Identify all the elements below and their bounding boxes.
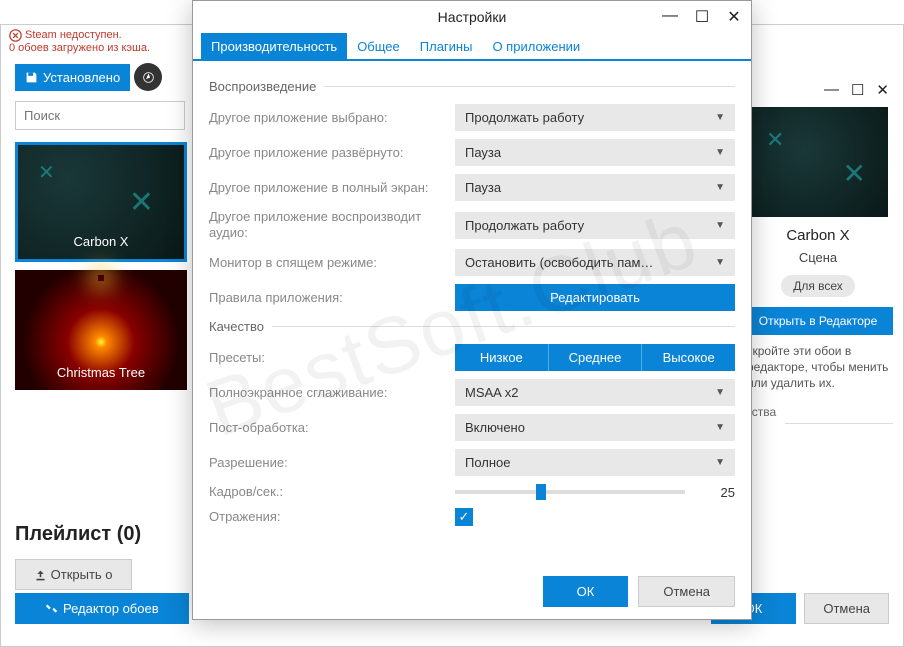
rating-badge: Для всех <box>781 275 855 297</box>
chevron-down-icon: ▼ <box>715 257 725 268</box>
slider-thumb[interactable] <box>536 484 546 500</box>
upload-icon <box>34 569 47 582</box>
section-quality: Качество <box>209 319 735 334</box>
settings-tabs: Производительность Общее Плагины О прило… <box>193 33 751 61</box>
preset-low[interactable]: Низкое <box>455 344 549 371</box>
compass-icon <box>142 71 155 84</box>
search-input[interactable] <box>15 101 185 130</box>
properties-heading: йства <box>743 405 893 424</box>
maximize-icon[interactable]: ☐ <box>693 7 711 27</box>
dropdown-app-focused[interactable]: Продолжать работу▼ <box>455 104 735 131</box>
dropdown-postprocessing[interactable]: Включено▼ <box>455 414 735 441</box>
dropdown-app-audio[interactable]: Продолжать работу▼ <box>455 212 735 239</box>
settings-dialog: Настройки — ☐ ✕ Производительность Общее… <box>192 0 752 620</box>
section-playback: Воспроизведение <box>209 79 735 94</box>
panel-close-icon[interactable]: ✕ <box>876 81 889 99</box>
label-antialiasing: Полноэкранное сглаживание: <box>209 385 445 401</box>
chevron-down-icon: ▼ <box>715 112 725 123</box>
wallpaper-thumb[interactable]: Christmas Tree <box>15 270 187 390</box>
discover-button[interactable] <box>134 63 162 91</box>
open-playlist-button[interactable]: Открыть о <box>15 559 132 590</box>
chevron-down-icon: ▼ <box>715 422 725 433</box>
label-app-focused: Другое приложение выбрано: <box>209 110 445 126</box>
dropdown-app-maximized[interactable]: Пауза▼ <box>455 139 735 166</box>
label-app-audio: Другое приложение воспроизводит аудио: <box>209 209 445 241</box>
installed-tab[interactable]: Установлено <box>15 64 130 91</box>
tab-performance[interactable]: Производительность <box>201 33 347 59</box>
label-resolution: Разрешение: <box>209 455 445 471</box>
dropdown-resolution[interactable]: Полное▼ <box>455 449 735 476</box>
editor-description: ткройте эти обои в редакторе, чтобы мени… <box>743 343 893 391</box>
chevron-down-icon: ▼ <box>715 182 725 193</box>
tab-about[interactable]: О приложении <box>482 33 590 59</box>
label-reflections: Отражения: <box>209 509 445 525</box>
reflections-checkbox[interactable]: ✓ <box>455 508 473 526</box>
dialog-title: Настройки <box>438 9 507 25</box>
dropdown-antialiasing[interactable]: MSAA x2▼ <box>455 379 735 406</box>
dropdown-app-fullscreen[interactable]: Пауза▼ <box>455 174 735 201</box>
open-in-editor-button[interactable]: Открыть в Редакторе <box>743 307 893 335</box>
label-monitor-sleep: Монитор в спящем режиме: <box>209 255 445 271</box>
close-icon[interactable]: ✕ <box>725 7 743 27</box>
settings-ok-button[interactable]: ОК <box>543 576 629 607</box>
wallpaper-editor-button[interactable]: Редактор обоев <box>15 593 189 624</box>
chevron-down-icon: ▼ <box>715 147 725 158</box>
fps-slider[interactable] <box>455 490 685 494</box>
edit-app-rules-button[interactable]: Редактировать <box>455 284 735 311</box>
preset-high[interactable]: Высокое <box>642 344 735 371</box>
label-app-fullscreen: Другое приложение в полный экран: <box>209 180 445 196</box>
tools-icon <box>45 602 58 615</box>
tab-plugins[interactable]: Плагины <box>410 33 483 59</box>
quality-presets: Низкое Среднее Высокое <box>455 344 735 371</box>
error-icon <box>9 29 22 42</box>
label-app-maximized: Другое приложение развёрнуто: <box>209 145 445 161</box>
label-presets: Пресеты: <box>209 350 445 366</box>
panel-maximize-icon[interactable]: ☐ <box>851 81 864 99</box>
label-app-rules: Правила приложения: <box>209 290 445 306</box>
label-postprocessing: Пост-обработка: <box>209 420 445 436</box>
chevron-down-icon: ▼ <box>715 457 725 468</box>
chevron-down-icon: ▼ <box>715 387 725 398</box>
main-cancel-button[interactable]: Отмена <box>804 593 889 624</box>
preset-medium[interactable]: Среднее <box>549 344 643 371</box>
panel-minimize-icon[interactable]: — <box>824 81 839 99</box>
wallpaper-title: Carbon X <box>743 227 893 244</box>
fps-value: 25 <box>699 485 735 500</box>
label-fps: Кадров/сек.: <box>209 484 445 500</box>
tab-general[interactable]: Общее <box>347 33 410 59</box>
chevron-down-icon: ▼ <box>715 220 725 231</box>
wallpaper-thumb[interactable]: Carbon X <box>15 142 187 262</box>
wallpaper-gallery: Carbon X Christmas Tree <box>1 136 201 396</box>
minimize-icon[interactable]: — <box>661 7 679 27</box>
wallpaper-type: Сцена <box>743 250 893 265</box>
save-icon <box>25 71 38 84</box>
details-panel: — ☐ ✕ Carbon X Сцена Для всех Открыть в … <box>743 77 893 424</box>
settings-cancel-button[interactable]: Отмена <box>638 576 735 607</box>
wallpaper-preview <box>748 107 888 217</box>
dropdown-monitor-sleep[interactable]: Остановить (освободить пам…▼ <box>455 249 735 276</box>
playlist-heading: Плейлист (0) <box>15 523 141 546</box>
